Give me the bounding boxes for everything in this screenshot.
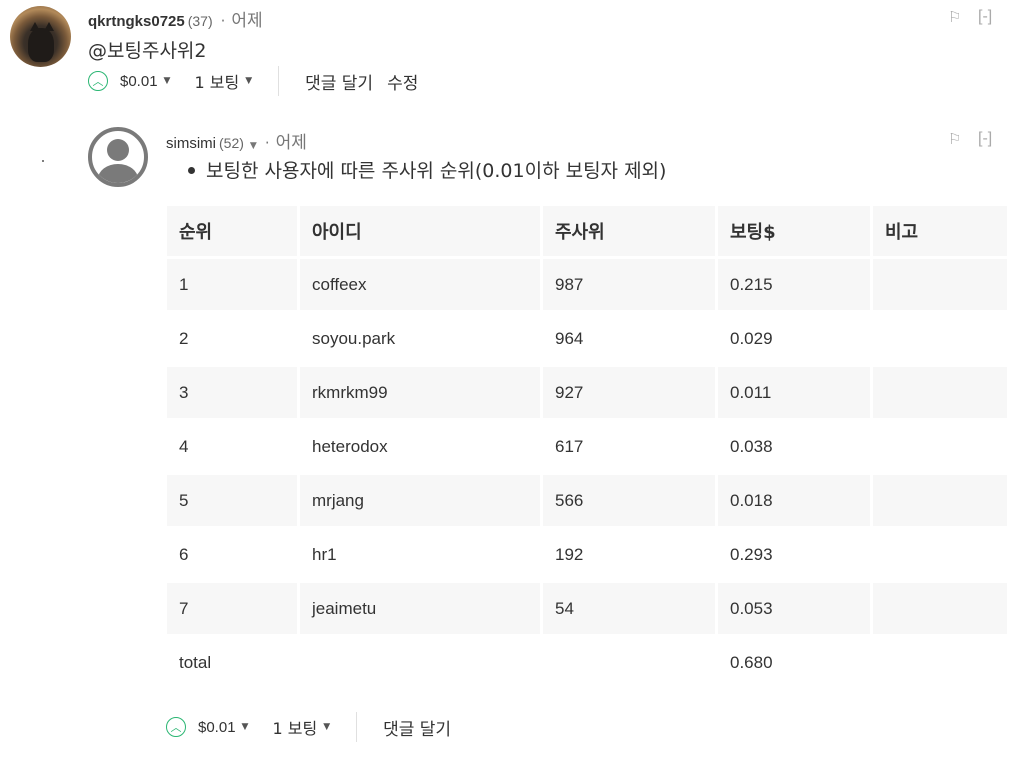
table-cell: 2 (167, 313, 300, 367)
reputation-badge: (52) (219, 135, 244, 151)
payout-amount[interactable]: $0.01 (120, 73, 158, 90)
table-cell: heterodox (300, 421, 543, 475)
caret-down-icon[interactable]: ▼ (250, 141, 257, 151)
caret-down-icon[interactable]: ▼ (323, 722, 330, 732)
comment-footer: ︿ $0.01 ▼ 1 보팅 ▼ 댓글 달기 (166, 712, 451, 742)
table-cell: total (167, 637, 300, 691)
divider (356, 712, 358, 742)
table-cell (873, 421, 1010, 475)
table-cell (543, 637, 718, 691)
column-header: 비고 (873, 206, 1010, 259)
timestamp-link[interactable]: 어제 (231, 6, 262, 31)
table-cell: 192 (543, 529, 718, 583)
payout-amount[interactable]: $0.01 (198, 719, 236, 736)
comment-header: simsimi (52) ▼ · 어제 (166, 128, 307, 153)
avatar-body (98, 164, 138, 183)
table-cell: 0.293 (718, 529, 873, 583)
table-row: 6 hr1 192 0.293 (167, 529, 1010, 583)
comment-qkrtngks0725: qkrtngks0725 (37) · 어제 ⚐ [-] @보팅주사위2 ︿ $… (0, 0, 1033, 110)
table-cell: 3 (167, 367, 300, 421)
comment-simsimi: simsimi (52) ▼ · 어제 ⚐ [-] 보팅한 사용자에 따른 주사… (0, 118, 1033, 770)
table-cell: 54 (543, 583, 718, 637)
stray-dot (42, 160, 44, 162)
caret-down-icon[interactable]: ▼ (242, 722, 249, 732)
table-cell: 6 (167, 529, 300, 583)
table-row: 4 heterodox 617 0.038 (167, 421, 1010, 475)
avatar[interactable] (88, 127, 148, 187)
column-header: 아이디 (300, 206, 543, 259)
table-row: 3 rkmrkm99 927 0.011 (167, 367, 1010, 421)
table-cell: 7 (167, 583, 300, 637)
table-cell: 0.680 (718, 637, 873, 691)
username-link[interactable]: qkrtngks0725 (88, 13, 185, 30)
table-cell: soyou.park (300, 313, 543, 367)
table-cell (873, 637, 1010, 691)
edit-link[interactable]: 수정 (387, 69, 418, 94)
comment-header: qkrtngks0725 (37) · 어제 (88, 6, 263, 31)
caret-down-icon[interactable]: ▼ (245, 76, 252, 86)
separator: · (264, 134, 270, 152)
column-header: 보팅$ (718, 206, 873, 259)
flag-icon[interactable]: ⚐ (948, 8, 961, 26)
collapse-toggle[interactable]: [-] (978, 8, 992, 26)
table-cell (873, 583, 1010, 637)
table-header-row: 순위 아이디 주사위 보팅$ 비고 (167, 206, 1010, 259)
table-cell: 0.053 (718, 583, 873, 637)
comment-body: 보팅한 사용자에 따른 주사위 순위(0.01이하 보팅자 제외) (206, 160, 667, 182)
column-header: 주사위 (543, 206, 718, 259)
table-row: 2 soyou.park 964 0.029 (167, 313, 1010, 367)
table-cell: 0.029 (718, 313, 873, 367)
table-cell: 0.038 (718, 421, 873, 475)
table-cell: 1 (167, 259, 300, 313)
reply-link[interactable]: 댓글 달기 (383, 715, 451, 740)
table-row: 5 mrjang 566 0.018 (167, 475, 1010, 529)
table-cell (873, 529, 1010, 583)
table-cell: 0.215 (718, 259, 873, 313)
avatar-head (107, 139, 129, 161)
table-cell: 0.018 (718, 475, 873, 529)
table-cell: rkmrkm99 (300, 367, 543, 421)
timestamp-link[interactable]: 어제 (276, 128, 307, 153)
table-cell: 927 (543, 367, 718, 421)
column-header: 순위 (167, 206, 300, 259)
table-row: 7 jeaimetu 54 0.053 (167, 583, 1010, 637)
table-cell (873, 475, 1010, 529)
reputation-badge: (37) (187, 13, 213, 29)
username-link[interactable]: simsimi (166, 135, 216, 152)
ranking-table: 순위 아이디 주사위 보팅$ 비고 1 coffeex 987 0.215 2 … (167, 206, 1010, 691)
table-cell: 964 (543, 313, 718, 367)
table-cell (873, 259, 1010, 313)
list-bullet (188, 167, 195, 174)
table-cell: mrjang (300, 475, 543, 529)
table-cell: 617 (543, 421, 718, 475)
chevron-up-circle-icon[interactable]: ︿ (88, 71, 108, 91)
comment-footer: ︿ $0.01 ▼ 1 보팅 ▼ 댓글 달기 수정 (88, 66, 418, 96)
table-cell (873, 367, 1010, 421)
vote-count[interactable]: 1 보팅 (272, 715, 317, 739)
vote-count[interactable]: 1 보팅 (194, 69, 239, 93)
table-cell: 0.011 (718, 367, 873, 421)
caret-down-icon[interactable]: ▼ (164, 76, 171, 86)
separator: · (220, 12, 226, 30)
table-cell: hr1 (300, 529, 543, 583)
avatar-cat-body (28, 28, 54, 62)
table-cell: 987 (543, 259, 718, 313)
flag-icon[interactable]: ⚐ (948, 130, 961, 148)
collapse-toggle[interactable]: [-] (978, 130, 992, 148)
table-row: 1 coffeex 987 0.215 (167, 259, 1010, 313)
comment-body: @보팅주사위2 (88, 40, 207, 62)
table-cell: jeaimetu (300, 583, 543, 637)
table-cell (300, 637, 543, 691)
table-cell: 566 (543, 475, 718, 529)
chevron-up-circle-icon[interactable]: ︿ (166, 717, 186, 737)
table-cell: coffeex (300, 259, 543, 313)
reply-link[interactable]: 댓글 달기 (305, 69, 373, 94)
table-cell: 4 (167, 421, 300, 475)
divider (278, 66, 280, 96)
avatar[interactable] (10, 6, 71, 67)
table-cell: 5 (167, 475, 300, 529)
table-row-total: total 0.680 (167, 637, 1010, 691)
table-cell (873, 313, 1010, 367)
